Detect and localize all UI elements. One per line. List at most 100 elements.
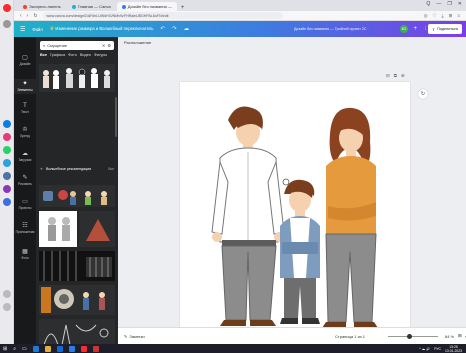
- browser-tab[interactable]: Главная — Canva: [67, 2, 116, 11]
- rail-item-uploads[interactable]: ☁ Загрузки: [14, 151, 36, 162]
- file-explorer-icon[interactable]: [44, 345, 51, 352]
- elements-icon: ✦: [22, 81, 28, 87]
- instagram-icon[interactable]: [3, 133, 11, 141]
- camera-icon[interactable]: ◎: [424, 13, 428, 19]
- rail-item-draw[interactable]: ✎ Рисовать: [14, 175, 36, 186]
- clock[interactable]: 13:25 13.01.2023: [445, 345, 462, 353]
- opera-logo-icon[interactable]: [3, 4, 11, 12]
- graphic-thumbnail[interactable]: [39, 185, 115, 207]
- filter-icon[interactable]: ⚙: [107, 43, 111, 48]
- rail-label: Фото: [21, 256, 29, 260]
- messenger-icon[interactable]: [3, 120, 11, 128]
- insights-icon[interactable]: ⫶: [425, 26, 426, 32]
- close-button[interactable]: ✕: [458, 1, 462, 7]
- design-title[interactable]: Дизайн без названия — Тройной проект 2С: [294, 27, 366, 31]
- zoom-slider[interactable]: [388, 333, 438, 339]
- chip-shapes[interactable]: Фигуры: [94, 53, 107, 57]
- download-icon[interactable]: ⤓: [442, 13, 444, 19]
- see-all-link[interactable]: Все: [108, 167, 114, 171]
- whatsapp-icon[interactable]: [3, 146, 11, 154]
- editor-footer: ✎ Заметки Страница 1 из 1 84 % ⊞ ⤢ ?: [118, 327, 466, 344]
- file-menu[interactable]: Файл: [32, 27, 42, 32]
- add-page-icon[interactable]: ⊕: [401, 73, 405, 79]
- search-input[interactable]: ⌕ Смущение ✕ ⚙: [40, 41, 114, 50]
- undo-button[interactable]: ↶: [160, 26, 165, 32]
- graphic-thumbnail[interactable]: [39, 64, 115, 92]
- tab-favicon-icon: [121, 4, 126, 9]
- rail-item-text[interactable]: T Текст: [14, 103, 36, 114]
- refresh-icon[interactable]: ↻: [418, 89, 428, 99]
- search-tabs-button[interactable]: Q: [426, 1, 430, 7]
- extensions-icon[interactable]: ⊞: [449, 13, 453, 19]
- rail-label: Загрузки: [18, 158, 32, 162]
- store-icon[interactable]: [56, 345, 63, 352]
- rail-label: Дизайн: [19, 62, 31, 66]
- browser-tab-active[interactable]: Дизайн без названия —: [116, 2, 177, 11]
- rail-item-photos[interactable]: ▦ Фото: [14, 249, 36, 260]
- notes-icon: ✎: [124, 333, 128, 339]
- rail-item-projects[interactable]: ▭ Проекты: [14, 199, 36, 210]
- telegram-icon[interactable]: [3, 159, 11, 167]
- duplicate-icon[interactable]: ⧉: [394, 73, 397, 79]
- upload-icon: ⇪: [431, 27, 436, 32]
- chip-photos[interactable]: Фото: [68, 53, 77, 57]
- avatar[interactable]: КО: [400, 25, 408, 33]
- graphic-thumbnail[interactable]: [39, 211, 115, 247]
- task-view-icon[interactable]: ▭: [22, 346, 27, 352]
- settings-icon[interactable]: [3, 303, 11, 311]
- zoom-slider-handle[interactable]: [406, 333, 412, 339]
- share-button[interactable]: ⇪ Поделиться: [427, 24, 462, 34]
- rail-item-apps[interactable]: ☷ Приложения: [14, 223, 36, 234]
- back-icon[interactable]: ‹: [20, 13, 22, 19]
- media-app-icon[interactable]: [92, 345, 99, 352]
- forward-icon[interactable]: ›: [27, 13, 29, 19]
- graphic-thumbnail[interactable]: [39, 285, 115, 315]
- opera-taskbar-icon[interactable]: [80, 345, 87, 352]
- design-page[interactable]: [180, 82, 410, 335]
- start-icon[interactable]: ⊞: [3, 346, 7, 352]
- maximize-button[interactable]: ❐: [447, 1, 451, 7]
- bookmark-icon[interactable]: ♡: [433, 13, 437, 19]
- history-icon[interactable]: [3, 290, 11, 298]
- minimize-button[interactable]: —: [436, 1, 441, 7]
- url-field[interactable]: www.canva.com/design/DAFdhLUWdHG/NMv9zFH…: [42, 12, 283, 19]
- rail-item-design[interactable]: ▢ Дизайн: [14, 55, 36, 66]
- rail-label: Рисовать: [18, 182, 32, 186]
- chip-videos[interactable]: Видео: [80, 53, 91, 57]
- filter-chips: Все Графика Фото Видео Фигуры: [40, 53, 107, 57]
- graphic-thumbnail[interactable]: [39, 319, 115, 344]
- redo-button[interactable]: ↷: [172, 26, 177, 32]
- language-indicator[interactable]: РУС: [434, 347, 441, 351]
- family-illustration[interactable]: [180, 82, 410, 335]
- menu-icon[interactable]: ≡: [457, 13, 460, 19]
- add-collaborator-button[interactable]: +: [413, 26, 417, 32]
- rail-item-elements[interactable]: ✦ Элементы: [14, 79, 36, 94]
- panel-scrollbar[interactable]: [115, 97, 117, 137]
- vk-icon[interactable]: [3, 172, 11, 180]
- search-icon[interactable]: ⌕: [13, 346, 16, 352]
- grid-view-icon[interactable]: ⊞: [458, 333, 462, 339]
- mail-icon[interactable]: [68, 345, 75, 352]
- resize-menu[interactable]: ♛ Изменение размера и Волшебный переключ…: [50, 26, 154, 32]
- chip-all[interactable]: Все: [40, 53, 47, 57]
- zoom-level[interactable]: 84 %: [445, 334, 454, 339]
- screen: Экспресс-панель Главная — Canva Дизайн б…: [0, 0, 466, 353]
- bookmarks-icon[interactable]: [3, 198, 11, 206]
- position-button[interactable]: Расположение: [124, 40, 151, 45]
- rail-item-brand[interactable]: ♔ Бренд: [14, 127, 36, 138]
- magic-recommendations-header: ✧ Волшебные рекомендации Все: [40, 164, 114, 174]
- cloud-save-icon[interactable]: ☁: [184, 26, 190, 32]
- player-icon[interactable]: [3, 185, 11, 193]
- lock-icon[interactable]: ⊟: [386, 73, 390, 79]
- clear-search-icon[interactable]: ✕: [102, 43, 105, 48]
- chip-graphics[interactable]: Графика: [50, 53, 65, 57]
- browser-tab[interactable]: Экспресс-панель: [18, 2, 66, 11]
- notes-button[interactable]: ✎ Заметки: [124, 334, 145, 339]
- page-indicator[interactable]: Страница 1 из 1: [335, 334, 365, 339]
- hamburger-menu-icon[interactable]: ☰: [20, 26, 25, 33]
- graphic-thumbnail[interactable]: [39, 251, 115, 281]
- speed-dial-icon[interactable]: [3, 20, 11, 28]
- tray-icons[interactable]: ^ ☁ 🔊: [419, 347, 430, 351]
- reload-icon[interactable]: ↻: [33, 13, 37, 19]
- edge-icon[interactable]: [32, 345, 39, 352]
